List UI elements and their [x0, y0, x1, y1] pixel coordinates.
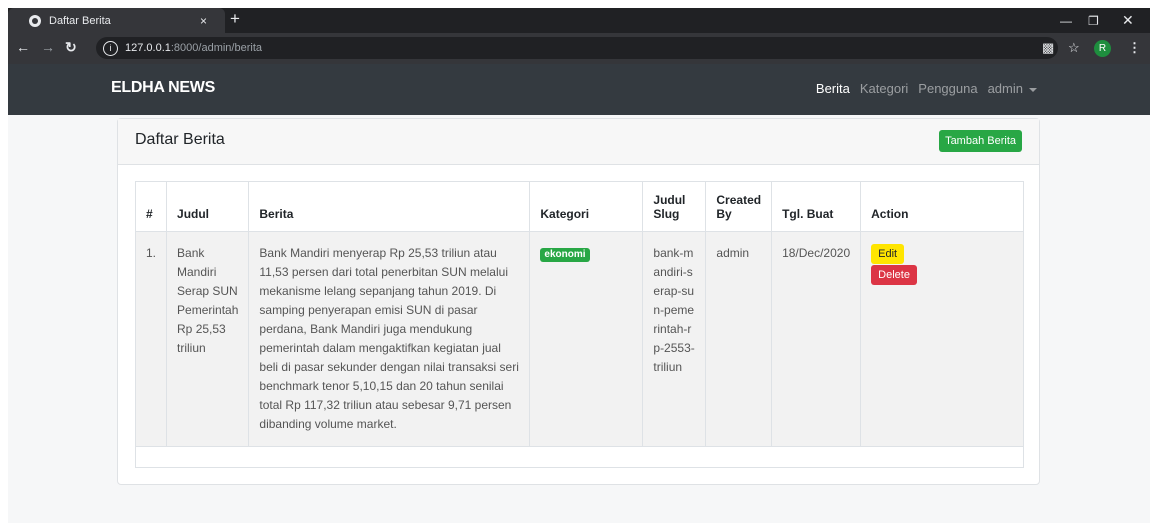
nav-link-kategori[interactable]: Kategori: [860, 81, 908, 96]
news-list-card: Daftar Berita Tambah Berita # Judul Beri…: [117, 118, 1040, 485]
browser-titlebar: Daftar Berita × + — ❐ ✕: [8, 8, 1150, 33]
cell-tgl-buat: 18/Dec/2020: [771, 231, 862, 447]
browser-window: Daftar Berita × + — ❐ ✕ ← → ↻ i 127.0.0.…: [8, 8, 1150, 523]
reload-icon[interactable]: ↻: [65, 39, 77, 56]
bookmark-star-icon[interactable]: ☆: [1068, 40, 1080, 56]
empty-cell: [135, 446, 1024, 468]
col-header-created-by: Created By: [705, 181, 773, 232]
tab-title: Daftar Berita: [49, 14, 111, 27]
site-navbar: ELDHA NEWS Berita Kategori Pengguna admi…: [8, 64, 1150, 115]
col-header-kategori: Kategori: [529, 181, 644, 232]
cell-judul: Bank Mandiri Serap SUN Pemerintah Rp 25,…: [166, 231, 250, 447]
back-icon[interactable]: ←: [16, 39, 30, 55]
nav-link-pengguna[interactable]: Pengguna: [918, 81, 977, 96]
card-header: Daftar Berita Tambah Berita: [118, 119, 1039, 165]
site-info-icon[interactable]: i: [103, 40, 118, 56]
address-bar[interactable]: i 127.0.0.1:8000/admin/berita: [96, 37, 1058, 59]
col-header-action: Action: [860, 181, 1024, 232]
col-header-slug: Judul Slug: [642, 181, 707, 232]
nav-user-dropdown[interactable]: admin: [988, 81, 1037, 96]
news-table: # Judul Berita Kategori Judul Slug Creat…: [134, 181, 1024, 468]
url-path: :8000/admin/berita: [170, 42, 262, 54]
category-badge: ekonomi: [540, 248, 590, 262]
col-header-judul: Judul: [166, 181, 250, 232]
nav-link-berita[interactable]: Berita: [816, 81, 850, 96]
globe-icon: [29, 14, 41, 27]
table-header-row: # Judul Berita Kategori Judul Slug Creat…: [134, 181, 1024, 232]
col-header-number: #: [134, 181, 168, 232]
delete-button[interactable]: Delete: [871, 265, 917, 285]
tab-close-icon[interactable]: ×: [200, 14, 207, 28]
add-news-button[interactable]: Tambah Berita: [939, 130, 1022, 152]
table-row: 1. Bank Mandiri Serap SUN Pemerintah Rp …: [134, 231, 1024, 447]
new-tab-button[interactable]: +: [230, 9, 240, 29]
brand-logo[interactable]: ELDHA NEWS: [111, 79, 215, 97]
translate-icon[interactable]: ▩: [1042, 40, 1054, 56]
edit-button[interactable]: Edit: [871, 244, 905, 264]
caret-down-icon: [1029, 87, 1037, 92]
browser-toolbar: ← → ↻ i 127.0.0.1:8000/admin/berita ▩ ☆ …: [8, 33, 1150, 64]
col-header-tgl-buat: Tgl. Buat: [771, 181, 862, 232]
page-title: Daftar Berita: [135, 131, 225, 148]
minimize-icon[interactable]: —: [1060, 8, 1072, 33]
nav-user-label: admin: [987, 81, 1023, 96]
table-empty-row: [135, 446, 1024, 468]
cell-action: Edit Delete: [860, 231, 1024, 447]
menu-kebab-icon[interactable]: ⋮: [1128, 40, 1141, 56]
cell-number: 1.: [134, 231, 168, 447]
cell-berita: Bank Mandiri menyerap Rp 25,53 triliun a…: [248, 231, 531, 447]
col-header-berita: Berita: [248, 181, 531, 232]
window-close-icon[interactable]: ✕: [1122, 8, 1134, 33]
restore-icon[interactable]: ❐: [1088, 8, 1099, 33]
cell-kategori: ekonomi: [529, 231, 644, 447]
cell-created-by: admin: [705, 231, 773, 447]
url-host: 127.0.0.1: [125, 42, 171, 54]
nav-links: Berita Kategori Pengguna admin: [816, 81, 1037, 96]
browser-tab[interactable]: Daftar Berita ×: [8, 8, 225, 33]
cell-slug: bank-mandiri-serap-sun-pemerintah-rp-255…: [642, 231, 707, 447]
forward-icon[interactable]: →: [41, 39, 55, 55]
profile-avatar[interactable]: R: [1094, 40, 1111, 57]
